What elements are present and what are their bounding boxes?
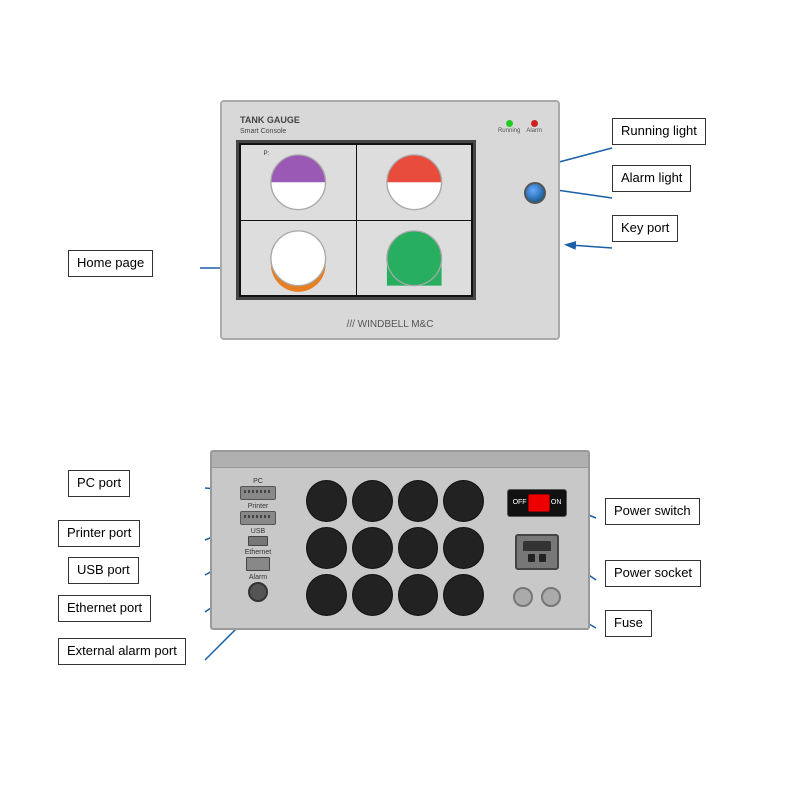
ethernet-port-connector: Ethernet: [218, 549, 298, 571]
iec-top-slot: [523, 541, 551, 551]
external-alarm-port-label-box: External alarm port: [58, 638, 186, 665]
alarm-light-label: Alarm: [526, 128, 542, 134]
panel-button-4[interactable]: [443, 480, 484, 522]
alarm-light-label-box: Alarm light: [612, 165, 691, 192]
usb-port-connector: USB: [218, 528, 298, 546]
console-title: TANK GAUGE Smart Console: [240, 114, 300, 136]
printer-port-label-box: Printer port: [58, 520, 140, 547]
power-socket-text: Power socket: [614, 565, 692, 580]
power-socket-label-box: Power socket: [605, 560, 701, 587]
alarm-light-text: Alarm light: [621, 170, 682, 185]
printer-port-text: Printer port: [67, 525, 131, 540]
panel-button-2[interactable]: [352, 480, 393, 522]
switch-toggle[interactable]: [528, 494, 550, 512]
pc-port-label-box: PC port: [68, 470, 130, 497]
indicator-lights: Running Alarm: [498, 120, 542, 134]
running-light-label: Running: [498, 128, 520, 134]
usb-connector: [248, 536, 268, 546]
running-light-text: Running light: [621, 123, 697, 138]
ethernet-connector: [246, 557, 270, 571]
panel-button-7[interactable]: [398, 527, 439, 569]
svg-text:P:: P:: [263, 150, 269, 157]
iec-pin-right: [539, 554, 546, 562]
panel-button-5[interactable]: [306, 527, 347, 569]
usb-port-label: USB: [251, 528, 265, 535]
back-panel-device: PC Printer USB Ethernet Alarm: [210, 450, 590, 630]
alarm-connector: [248, 582, 268, 602]
ethernet-port-label-box: Ethernet port: [58, 595, 151, 622]
home-page-text: Home page: [77, 255, 144, 270]
alarm-port-label: Alarm: [249, 574, 267, 581]
usb-port-text: USB port: [77, 562, 130, 577]
on-label: ON: [551, 499, 562, 506]
pc-port-text: PC port: [77, 475, 121, 490]
panel-button-1[interactable]: [306, 480, 347, 522]
fuse-holder-1: [513, 587, 533, 607]
fuse-text: Fuse: [614, 615, 643, 630]
fuse-holder-2: [541, 587, 561, 607]
external-alarm-text: External alarm port: [67, 643, 177, 658]
printer-port-connector: Printer: [218, 503, 298, 525]
console-device: TANK GAUGE Smart Console Running Alarm P…: [220, 100, 560, 340]
panel-button-8[interactable]: [443, 527, 484, 569]
key-port-text: Key port: [621, 220, 669, 235]
alarm-port-connector: Alarm: [218, 574, 298, 602]
printer-db9-connector: [240, 511, 276, 525]
key-port-label-box: Key port: [612, 215, 678, 242]
power-switch[interactable]: OFF ON: [507, 489, 567, 517]
panel-button-6[interactable]: [352, 527, 393, 569]
right-section: OFF ON: [492, 476, 582, 620]
pc-db9-connector: [240, 486, 276, 500]
printer-port-label: Printer: [248, 503, 269, 510]
fuse-label-box: Fuse: [605, 610, 652, 637]
off-label: OFF: [513, 499, 527, 506]
panel-button-11[interactable]: [398, 574, 439, 616]
buttons-grid: [302, 476, 488, 620]
iec-pin-left: [528, 554, 535, 562]
running-light-dot: [506, 120, 513, 127]
fuse-row: [513, 587, 561, 607]
panel-button-3[interactable]: [398, 480, 439, 522]
pc-port-label: PC: [253, 478, 263, 485]
ethernet-port-text: Ethernet port: [67, 600, 142, 615]
key-port-button[interactable]: [524, 182, 546, 204]
alarm-light-dot: [531, 120, 538, 127]
pc-port-connector: PC: [218, 478, 298, 500]
panel-button-12[interactable]: [443, 574, 484, 616]
home-page-label-box: Home page: [68, 250, 153, 277]
power-switch-text: Power switch: [614, 503, 691, 518]
ports-section: PC Printer USB Ethernet Alarm: [218, 476, 298, 620]
iec-power-socket: [515, 534, 559, 570]
power-switch-label-box: Power switch: [605, 498, 700, 525]
panel-button-10[interactable]: [352, 574, 393, 616]
panel-button-9[interactable]: [306, 574, 347, 616]
ethernet-port-label: Ethernet: [245, 549, 271, 556]
panel-top-bar: [212, 452, 588, 468]
console-screen: P:: [236, 140, 476, 300]
console-brand: /// WINDBELL M&C: [347, 319, 434, 330]
running-light-label-box: Running light: [612, 118, 706, 145]
usb-port-label-box: USB port: [68, 557, 139, 584]
